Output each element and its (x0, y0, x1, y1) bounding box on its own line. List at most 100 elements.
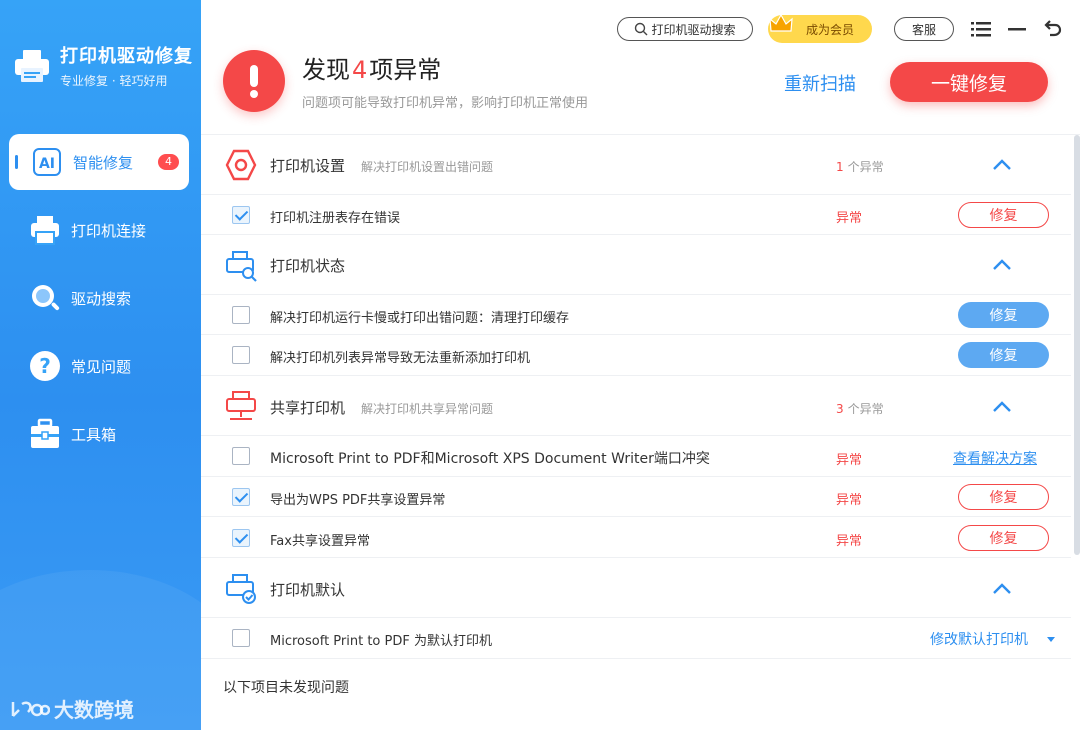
customer-service-button[interactable]: 客服 (894, 17, 954, 41)
chevron-up-icon[interactable] (991, 400, 1013, 414)
sidebar-item-printer-connect[interactable]: 打印机连接 (9, 202, 189, 258)
no-issue-note: 以下项目未发现问题 (223, 680, 349, 696)
alert-icon (223, 50, 285, 112)
item-checkbox[interactable] (232, 529, 250, 547)
item-text: Fax共享设置异常 (270, 534, 370, 549)
minimize-icon[interactable] (1005, 17, 1029, 41)
svg-text:?: ? (39, 354, 51, 378)
item-checkbox[interactable] (232, 206, 250, 224)
status-label: 异常 (836, 453, 863, 468)
item-text: 解决打印机列表异常导致无法重新添加打印机 (270, 351, 531, 366)
driver-search-button[interactable]: 打印机驱动搜索 (617, 17, 753, 41)
sidebar-item-driver-search[interactable]: 驱动搜索 (9, 270, 189, 326)
printer-logo-icon (12, 46, 52, 86)
item-text: 解决打印机运行卡慢或打印出错问题：清理打印缓存 (270, 311, 570, 326)
fix-button[interactable]: 修复 (958, 342, 1049, 368)
section-count-value: 1 (836, 160, 844, 174)
issue-list: 打印机设置 解决打印机设置出错问题 1 个异常 打印机注册表存在错误 异常 修复 … (201, 134, 1080, 730)
section-title: 打印机默认 (270, 581, 346, 599)
section-title: 共享打印机 (270, 399, 346, 417)
chevron-up-icon[interactable] (991, 258, 1013, 272)
list-item: Microsoft Print to PDF和Microsoft XPS Doc… (201, 436, 1071, 477)
watermark-text: 大数跨境 (54, 698, 134, 722)
section-count: 3 个异常 (836, 400, 884, 417)
vip-button[interactable]: 成为会员 (768, 13, 872, 43)
watermark-logo-icon (11, 700, 50, 717)
chevron-up-icon[interactable] (991, 158, 1013, 172)
fix-button[interactable]: 修复 (958, 302, 1049, 328)
gear-hex-icon (223, 147, 259, 183)
app-subtitle: 专业修复 · 轻巧好用 (60, 74, 168, 88)
ai-icon: AI (29, 144, 65, 180)
section-header-printer-status[interactable]: 打印机状态 (201, 235, 1071, 295)
fix-all-button[interactable]: 一键修复 (890, 62, 1048, 102)
page-title: 发现 4 项异常 (302, 50, 441, 85)
crown-icon (769, 13, 793, 32)
scrollbar[interactable] (1074, 135, 1080, 555)
status-label: 异常 (836, 493, 863, 508)
sidebar: 打印机驱动修复 专业修复 · 轻巧好用 AI 智能修复 4 打印机连接 驱动搜索… (0, 0, 201, 730)
section-header-default-printer[interactable]: 打印机默认 (201, 558, 1071, 618)
chevron-up-icon[interactable] (991, 582, 1013, 596)
sidebar-item-label: 智能修复 (73, 153, 134, 172)
list-item: Fax共享设置异常 异常 修复 (201, 517, 1071, 558)
item-checkbox[interactable] (232, 447, 250, 465)
title-prefix: 发现 (302, 56, 350, 84)
fix-button[interactable]: 修复 (958, 525, 1049, 551)
item-checkbox[interactable] (232, 488, 250, 506)
active-indicator (15, 155, 18, 169)
app-title: 打印机驱动修复 (60, 46, 193, 67)
list-item: 解决打印机运行卡慢或打印出错问题：清理打印缓存 修复 (201, 295, 1071, 335)
section-count-unit: 个异常 (847, 160, 884, 174)
sidebar-item-toolbox[interactable]: 工具箱 (9, 406, 189, 462)
item-checkbox[interactable] (232, 306, 250, 324)
section-title: 打印机状态 (270, 257, 346, 275)
watermark: 大数跨境 (10, 694, 134, 723)
list-item: 解决打印机列表异常导致无法重新添加打印机 修复 (201, 335, 1071, 376)
brand: 打印机驱动修复 专业修复 · 轻巧好用 (12, 42, 193, 89)
issue-count: 4 (352, 56, 368, 84)
item-text: Microsoft Print to PDF和Microsoft XPS Doc… (270, 451, 710, 467)
item-text: 导出为WPS PDF共享设置异常 (270, 493, 446, 508)
section-count-unit: 个异常 (847, 402, 884, 416)
status-label: 异常 (836, 211, 863, 226)
section-title: 打印机设置 (270, 157, 346, 175)
sidebar-item-label: 驱动搜索 (71, 289, 132, 308)
item-checkbox[interactable] (232, 629, 250, 647)
sidebar-item-faq[interactable]: ? 常见问题 (9, 338, 189, 394)
list-item: 导出为WPS PDF共享设置异常 异常 修复 (201, 477, 1071, 517)
list-item: 打印机注册表存在错误 异常 修复 (201, 195, 1071, 235)
sidebar-item-label: 工具箱 (71, 425, 117, 444)
sidebar-item-label: 常见问题 (71, 357, 132, 376)
page-subtitle: 问题项可能导致打印机异常，影响打印机正常使用 (302, 96, 589, 111)
search-icon (27, 280, 63, 316)
item-text: 打印机注册表存在错误 (270, 211, 401, 226)
change-default-printer-dropdown[interactable]: 修改默认打印机 (930, 629, 1028, 649)
printer-search-icon (223, 248, 259, 284)
menu-icon[interactable] (969, 17, 993, 41)
fix-button[interactable]: 修复 (958, 484, 1049, 510)
section-header-shared-printer[interactable]: 共享打印机 解决打印机共享异常问题 3 个异常 (201, 376, 1071, 436)
printer-check-icon (223, 571, 259, 607)
item-text: Microsoft Print to PDF 为默认打印机 (270, 634, 492, 649)
service-label: 客服 (911, 22, 936, 37)
fix-button[interactable]: 修复 (958, 202, 1049, 228)
header: 打印机驱动搜索 成为会员 客服 发现 4 项异常 问题项可能导致打印机异常，影响… (201, 0, 1080, 134)
status-label: 异常 (836, 534, 863, 549)
caret-down-icon[interactable] (1047, 637, 1055, 642)
rescan-button[interactable]: 重新扫描 (784, 70, 856, 96)
sidebar-item-smart-repair[interactable]: AI 智能修复 4 (9, 134, 189, 190)
item-checkbox[interactable] (232, 346, 250, 364)
shared-printer-icon (223, 388, 259, 424)
printer-icon (27, 212, 63, 248)
section-header-printer-settings[interactable]: 打印机设置 解决打印机设置出错问题 1 个异常 (201, 135, 1071, 195)
toolbox-icon (27, 416, 63, 452)
section-count: 1 个异常 (836, 158, 884, 175)
section-desc: 解决打印机设置出错问题 (361, 160, 494, 174)
section-desc: 解决打印机共享异常问题 (361, 402, 494, 416)
view-solution-link[interactable]: 查看解决方案 (953, 448, 1037, 468)
search-label: 打印机驱动搜索 (651, 22, 736, 37)
sidebar-item-label: 打印机连接 (71, 221, 147, 240)
search-icon (635, 22, 648, 36)
back-icon[interactable] (1041, 17, 1065, 41)
